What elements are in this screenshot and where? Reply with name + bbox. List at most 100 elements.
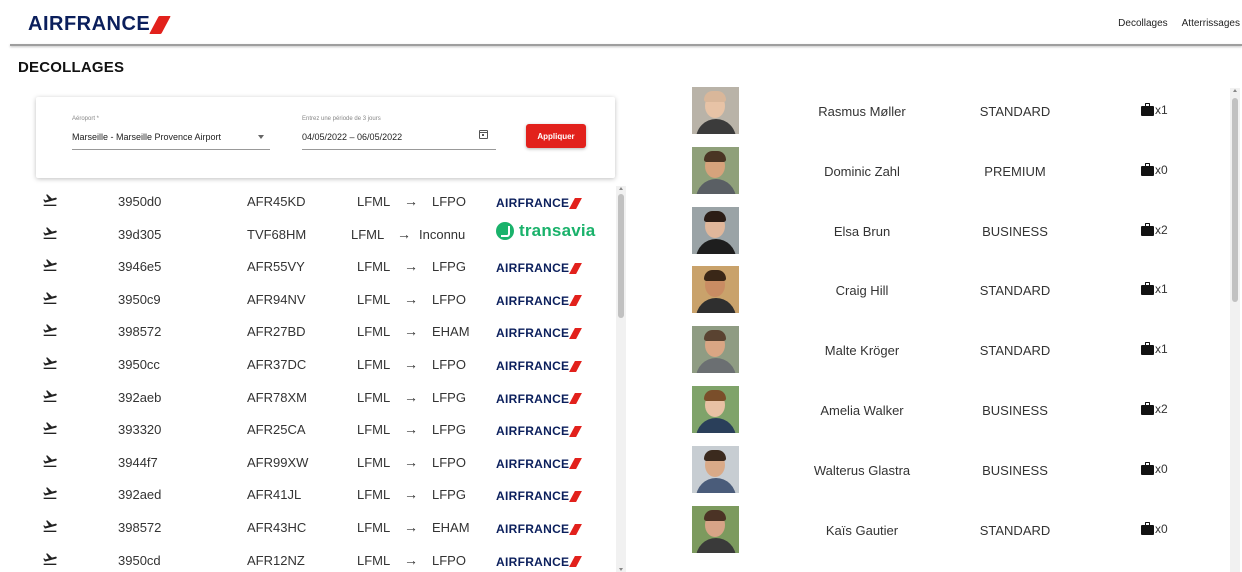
baggage-count: x2 xyxy=(1155,222,1168,237)
airfrance-logo-text: AIRFRANCE xyxy=(496,261,570,276)
logo-text: AIRFRANCE xyxy=(28,13,151,35)
flight-id: 3950cc xyxy=(118,357,160,372)
flight-row[interactable]: 3946e5 AFR55VY LFML → LFPG AIRFRANCE xyxy=(30,251,610,284)
airfrance-airline-logo: AIRFRANCE xyxy=(496,194,606,212)
takeoff-icon xyxy=(42,485,58,501)
passenger-avatar xyxy=(692,326,739,374)
passenger-avatar xyxy=(692,146,739,194)
passengers-list[interactable]: Rasmus Møller STANDARD x1 Dominic Zahl PREMI… xyxy=(680,83,1226,572)
transavia-logo: transavia xyxy=(496,221,606,240)
flight-callsign: AFR12NZ xyxy=(247,552,305,568)
route-destination: Inconnu xyxy=(419,226,466,242)
flight-row[interactable]: 398572 AFR27BD LFML → EHAM AIRFRANCE xyxy=(30,316,610,349)
passenger-avatar xyxy=(692,445,739,493)
takeoff-icon xyxy=(42,388,58,404)
route-origin: LFML xyxy=(351,226,385,242)
passenger-row[interactable]: Dominic Zahl PREMIUM x0 xyxy=(680,143,1226,203)
route-origin: LFML xyxy=(357,259,391,275)
airfrance-logo-text: AIRFRANCE xyxy=(496,554,570,569)
route-destination: LFPG xyxy=(432,422,466,438)
passenger-name: Malte Kröger xyxy=(824,343,900,359)
takeoff-icon xyxy=(42,453,58,469)
route-arrow-icon: → xyxy=(404,323,418,340)
flight-row[interactable]: 392aeb AFR78XM LFML → LFPG AIRFRANCE xyxy=(30,382,610,415)
passengers-scrollbar-thumb[interactable] xyxy=(1232,98,1238,302)
route-arrow-icon: → xyxy=(404,193,418,209)
passenger-row[interactable]: Craig Hill STANDARD x1 xyxy=(680,262,1226,322)
period-input[interactable]: Entrez une période de 3 jours 04/05/2022… xyxy=(302,116,496,152)
flights-scrollbar-thumb[interactable] xyxy=(618,194,624,318)
flight-id: 3946e5 xyxy=(118,259,162,275)
nav-atterrissages-link[interactable]: Atterrissages xyxy=(1182,18,1240,29)
flight-callsign: AFR55VY xyxy=(247,259,305,275)
route-origin: LFML xyxy=(357,520,391,535)
flights-list[interactable]: 3950d0 AFR45KD LFML → LFPO AIRFRANCE 39d305 TVF… xyxy=(30,186,626,572)
airfrance-logo-text: AIRFRANCE xyxy=(496,196,570,210)
airport-select[interactable]: Aéroport * Marseille - Marseille Provenc… xyxy=(72,116,270,152)
route-origin: LFML xyxy=(357,291,391,307)
flight-row[interactable]: 39d305 TVF68HM LFML → Inconnu transavia xyxy=(30,219,610,252)
luggage-icon xyxy=(1141,342,1154,356)
scroll-up-icon[interactable] xyxy=(1233,89,1237,92)
passenger-row[interactable]: Malte Kröger STANDARD x1 xyxy=(680,322,1226,382)
flight-callsign: AFR37DC xyxy=(247,357,307,372)
page-title: DECOLLAGES xyxy=(18,59,125,76)
airfrance-airline-logo: AIRFRANCE xyxy=(496,259,606,277)
luggage-icon xyxy=(1141,402,1154,415)
flight-id: 398572 xyxy=(118,324,162,340)
flight-id: 392aed xyxy=(118,487,162,503)
passenger-baggage: x0 xyxy=(1141,521,1168,536)
passengers-scrollbar[interactable] xyxy=(1230,88,1240,572)
logo-slash-icon xyxy=(569,490,583,502)
passenger-class: STANDARD xyxy=(979,522,1051,538)
route-destination: LFPG xyxy=(432,259,466,275)
logo-slash-icon xyxy=(569,327,583,339)
passenger-row[interactable]: Kaïs Gautier STANDARD x0 xyxy=(680,502,1226,562)
passenger-class: BUSINESS xyxy=(982,403,1048,418)
passenger-baggage: x1 xyxy=(1141,282,1168,296)
passenger-row[interactable]: Elsa Brun BUSINESS x2 xyxy=(680,203,1226,263)
flight-row[interactable]: 3950cc AFR37DC LFML → LFPO AIRFRANCE xyxy=(30,349,610,382)
airfrance-logo-text: AIRFRANCE xyxy=(496,424,570,439)
passenger-row[interactable]: Amelia Walker BUSINESS x2 xyxy=(680,382,1226,442)
airfrance-airline-logo: AIRFRANCE xyxy=(496,455,606,473)
airfrance-airline-logo: AIRFRANCE xyxy=(496,390,606,408)
passenger-class: PREMIUM xyxy=(984,163,1046,179)
nav-decollages-link[interactable]: Decollages xyxy=(1118,18,1167,29)
flight-id: 3950d0 xyxy=(118,194,162,209)
flights-scrollbar[interactable] xyxy=(616,186,626,572)
flight-row[interactable]: 398572 AFR43HC LFML → EHAM AIRFRANCE xyxy=(30,512,610,545)
flight-row[interactable]: 392aed AFR41JL LFML → LFPG AIRFRANCE xyxy=(30,479,610,512)
apply-button[interactable]: Appliquer xyxy=(526,124,586,148)
flight-callsign: AFR78XM xyxy=(247,389,307,405)
dropdown-arrow-icon[interactable] xyxy=(258,135,264,139)
passenger-avatar xyxy=(692,266,739,314)
passenger-row[interactable]: Rasmus Møller STANDARD x1 xyxy=(680,83,1226,143)
passenger-name: Dominic Zahl xyxy=(824,163,900,179)
passenger-name: Craig Hill xyxy=(835,283,889,299)
route-origin: LFML xyxy=(357,454,391,470)
flight-callsign: AFR99XW xyxy=(247,454,309,470)
logo-slash-icon xyxy=(569,197,583,209)
baggage-count: x1 xyxy=(1155,282,1168,297)
route-arrow-icon: → xyxy=(404,519,418,535)
flight-callsign: AFR27BD xyxy=(247,324,306,340)
takeoff-icon xyxy=(42,420,58,436)
takeoff-icon xyxy=(42,257,58,273)
flight-row[interactable]: 3950c9 AFR94NV LFML → LFPO AIRFRANCE xyxy=(30,284,610,317)
takeoff-icon xyxy=(42,322,58,338)
takeoff-icon xyxy=(42,225,58,241)
airfrance-logo[interactable]: AIRFRANCE xyxy=(28,13,172,36)
passenger-class: BUSINESS xyxy=(982,223,1048,239)
flight-row[interactable]: 3950cd AFR12NZ LFML → LFPO AIRFRANCE xyxy=(30,545,610,572)
airfrance-airline-logo: AIRFRANCE xyxy=(496,553,606,571)
passenger-class: STANDARD xyxy=(979,104,1051,119)
scroll-down-icon[interactable] xyxy=(619,568,623,571)
period-input-value: 04/05/2022 – 06/05/2022 xyxy=(302,132,403,142)
flight-row[interactable]: 3950d0 AFR45KD LFML → LFPO AIRFRANCE xyxy=(30,186,610,219)
passenger-row[interactable]: Walterus Glastra BUSINESS x0 xyxy=(680,442,1226,502)
flight-row[interactable]: 3944f7 AFR99XW LFML → LFPO AIRFRANCE xyxy=(30,447,610,480)
flight-row[interactable]: 393320 AFR25CA LFML → LFPG AIRFRANCE xyxy=(30,414,610,447)
scroll-up-icon[interactable] xyxy=(619,187,623,190)
calendar-icon[interactable] xyxy=(479,130,488,139)
